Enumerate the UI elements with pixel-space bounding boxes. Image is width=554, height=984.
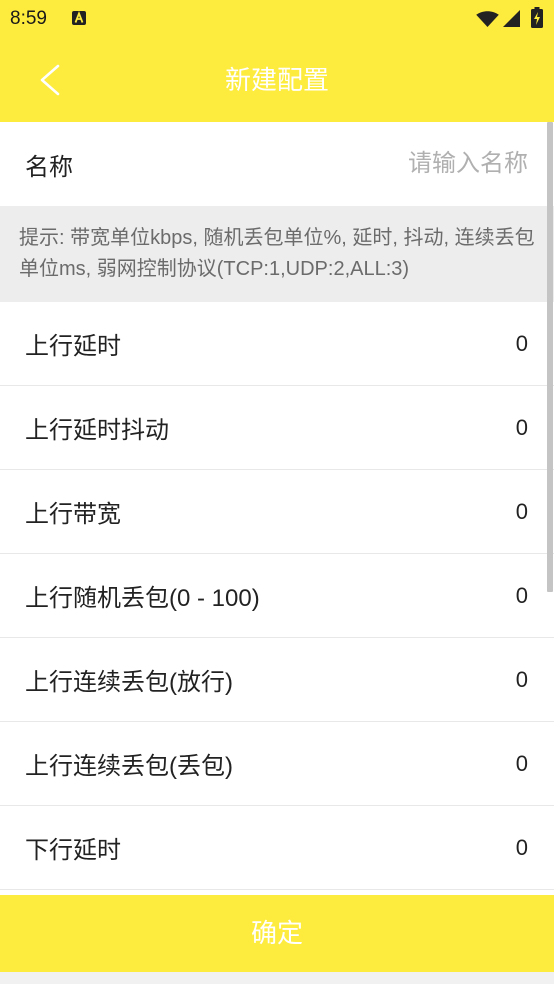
downlink-delay-input[interactable]	[137, 834, 528, 861]
uplink-delay-input[interactable]	[137, 330, 528, 357]
row-label: 上行延时	[25, 333, 121, 360]
uplink-burst-drop-input[interactable]	[248, 750, 528, 777]
config-form[interactable]: 名称 提示: 带宽单位kbps, 随机丢包单位%, 延时, 抖动, 连续丢包单位…	[0, 122, 554, 895]
notification-a-icon	[72, 11, 86, 25]
form-row-uplink-delay: 上行延时	[0, 302, 554, 386]
uplink-bandwidth-input[interactable]	[137, 498, 528, 525]
row-label: 上行连续丢包(丢包)	[25, 753, 233, 780]
confirm-button[interactable]: 确定	[0, 895, 554, 972]
name-row: 名称	[0, 122, 554, 206]
form-row-uplink-jitter: 上行延时抖动	[0, 386, 554, 470]
uplink-jitter-input[interactable]	[185, 414, 528, 441]
form-row-uplink-burst-pass: 上行连续丢包(放行)	[0, 638, 554, 722]
battery-icon	[531, 7, 543, 28]
uplink-burst-pass-input[interactable]	[248, 666, 528, 693]
navigation-bar	[0, 972, 554, 984]
signal-icon	[503, 10, 520, 27]
scrollbar[interactable]	[547, 122, 553, 592]
form-row-downlink-delay: 下行延时	[0, 806, 554, 890]
app-header: 新建配置	[0, 38, 554, 122]
row-label: 上行随机丢包(0 - 100)	[25, 585, 260, 612]
status-bar: 8:59	[0, 0, 554, 38]
row-label: 上行延时抖动	[25, 417, 169, 444]
chevron-left-icon	[40, 64, 60, 96]
name-label: 名称	[25, 153, 73, 181]
form-row-uplink-burst-drop: 上行连续丢包(丢包)	[0, 722, 554, 806]
page-title: 新建配置	[224, 65, 329, 95]
hint-text: 提示: 带宽单位kbps, 随机丢包单位%, 延时, 抖动, 连续丢包单位ms,…	[0, 206, 554, 302]
row-label: 上行带宽	[25, 501, 121, 528]
uplink-random-loss-input[interactable]	[275, 582, 528, 609]
form-row-uplink-random-loss: 上行随机丢包(0 - 100)	[0, 554, 554, 638]
row-label: 下行延时	[25, 837, 121, 864]
name-input[interactable]	[89, 150, 528, 178]
wifi-icon	[476, 11, 499, 27]
status-time: 8:59	[10, 8, 47, 29]
row-label: 上行连续丢包(放行)	[25, 669, 233, 696]
form-row-uplink-bandwidth: 上行带宽	[0, 470, 554, 554]
